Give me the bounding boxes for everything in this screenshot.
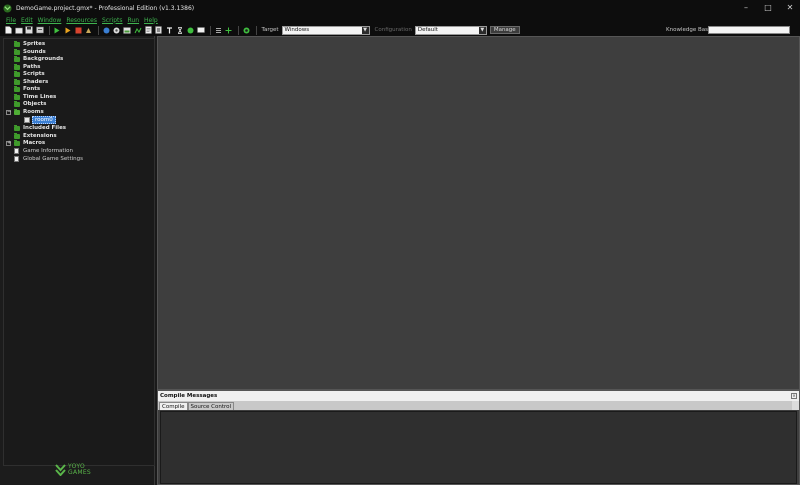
configuration-value: Default (417, 27, 438, 33)
tree-item-game-information[interactable]: Game Information (14, 147, 73, 155)
collapse-toggle-icon[interactable]: − (6, 110, 11, 115)
create-sound-icon[interactable] (113, 26, 121, 34)
menu-run[interactable]: Run (128, 17, 140, 24)
resource-tree: Sprites Sounds Backgrounds Paths Scripts… (3, 38, 155, 466)
clean-icon[interactable] (85, 26, 93, 34)
tab-source-control[interactable]: Source Control (187, 402, 235, 410)
game-info-icon[interactable] (214, 26, 222, 34)
create-script-icon[interactable] (144, 26, 152, 34)
toolbar: Target Windows ▼ Configuration Default ▼… (0, 24, 800, 36)
knowledge-base-input[interactable] (708, 26, 790, 34)
maximize-button[interactable]: □ (762, 2, 774, 13)
save-icon[interactable] (25, 26, 33, 34)
configuration-select[interactable]: Default ▼ (414, 25, 487, 35)
folder-icon (14, 48, 20, 55)
folder-icon (14, 85, 20, 92)
tree-item-sprites[interactable]: Sprites (14, 40, 45, 48)
menu-window[interactable]: Window (38, 17, 62, 24)
folder-icon (14, 124, 20, 131)
toolbar-separator (49, 25, 50, 35)
run-icon[interactable] (53, 26, 61, 34)
room-icon (24, 117, 30, 123)
toolbar-separator (210, 25, 211, 35)
tree-item-room0[interactable]: room0 (24, 116, 56, 124)
folder-icon (14, 78, 20, 85)
target-label: Target (261, 27, 279, 33)
gamemaker-logo-icon (3, 3, 12, 13)
global-settings-icon[interactable] (225, 26, 233, 34)
menu-help[interactable]: Help (144, 17, 158, 24)
menu-file[interactable]: File (6, 17, 16, 24)
folder-icon (14, 40, 20, 47)
menu-bar: File Edit Window Resources Scripts Run H… (0, 16, 800, 24)
resource-tree-panel: Sprites Sounds Backgrounds Paths Scripts… (0, 36, 155, 485)
create-object-icon[interactable] (186, 26, 194, 34)
compile-tabs: Compile Source Control (158, 401, 799, 410)
window-title: DemoGame.project.gmx* - Professional Edi… (16, 4, 195, 12)
scroll-button[interactable] (792, 401, 799, 410)
yoyo-logo-icon (55, 464, 66, 476)
tree-item-scripts[interactable]: Scripts (14, 70, 45, 78)
folder-icon (14, 100, 20, 107)
folder-icon (14, 63, 20, 70)
expand-toggle-icon[interactable]: + (6, 141, 11, 146)
yoyo-games-logo: YOYO GAMES (55, 464, 91, 476)
manage-button[interactable]: Manage (489, 26, 520, 34)
main-workspace[interactable] (157, 36, 800, 390)
create-sprite-icon[interactable] (102, 26, 110, 34)
document-icon (14, 156, 19, 162)
document-icon (14, 148, 19, 154)
folder-icon (14, 55, 20, 62)
logo-line2: GAMES (68, 469, 92, 476)
tree-item-rooms[interactable]: Rooms (14, 108, 44, 116)
toolbar-separator (255, 25, 257, 35)
create-background-icon[interactable] (123, 26, 131, 34)
folder-icon (14, 93, 20, 100)
new-icon[interactable] (4, 26, 12, 34)
knowledge-base-label: Knowledge Base: (666, 27, 714, 33)
chevron-down-icon[interactable]: ▼ (478, 26, 486, 34)
tree-item-objects[interactable]: Objects (14, 100, 46, 108)
create-path-icon[interactable] (134, 26, 142, 34)
extensions-icon[interactable] (242, 26, 250, 34)
compile-messages-panel: Compile Messages × Compile Source Contro… (157, 390, 800, 485)
tree-item-global-game-settings[interactable]: Global Game Settings (14, 155, 83, 163)
title-bar: DemoGame.project.gmx* - Professional Edi… (0, 0, 800, 16)
tree-item-included-files[interactable]: Included Files (14, 124, 66, 132)
tab-compile[interactable]: Compile (159, 402, 188, 410)
create-timeline-icon[interactable] (176, 26, 184, 34)
create-shader-icon[interactable] (155, 26, 163, 34)
compile-header: Compile Messages × (158, 391, 799, 401)
close-icon[interactable]: × (791, 393, 797, 399)
configuration-label: Configuration (374, 27, 412, 33)
open-icon[interactable] (14, 26, 23, 34)
menu-edit[interactable]: Edit (21, 17, 33, 24)
toolbar-separator (98, 25, 99, 35)
folder-icon (14, 139, 20, 146)
tree-item-backgrounds[interactable]: Backgrounds (14, 55, 63, 63)
compile-output[interactable] (160, 411, 797, 484)
target-select[interactable]: Windows ▼ (281, 25, 370, 35)
create-room-icon[interactable] (196, 26, 205, 34)
menu-resources[interactable]: Resources (66, 17, 97, 24)
toolbar-separator (238, 25, 239, 35)
chevron-down-icon[interactable]: ▼ (361, 26, 369, 34)
create-font-icon[interactable] (165, 26, 173, 34)
tree-item-macros[interactable]: Macros (14, 139, 45, 147)
compile-title: Compile Messages (160, 393, 218, 399)
target-value: Windows (284, 27, 310, 33)
tree-item-fonts[interactable]: Fonts (14, 85, 40, 93)
folder-icon (14, 132, 20, 139)
export-icon[interactable] (35, 26, 44, 34)
menu-scripts[interactable]: Scripts (102, 17, 123, 24)
stop-icon[interactable] (74, 26, 82, 34)
debug-icon[interactable] (64, 26, 72, 34)
minimize-button[interactable]: – (740, 2, 752, 13)
folder-icon (14, 70, 20, 77)
folder-open-icon (14, 108, 20, 115)
close-button[interactable]: ✕ (784, 2, 796, 13)
